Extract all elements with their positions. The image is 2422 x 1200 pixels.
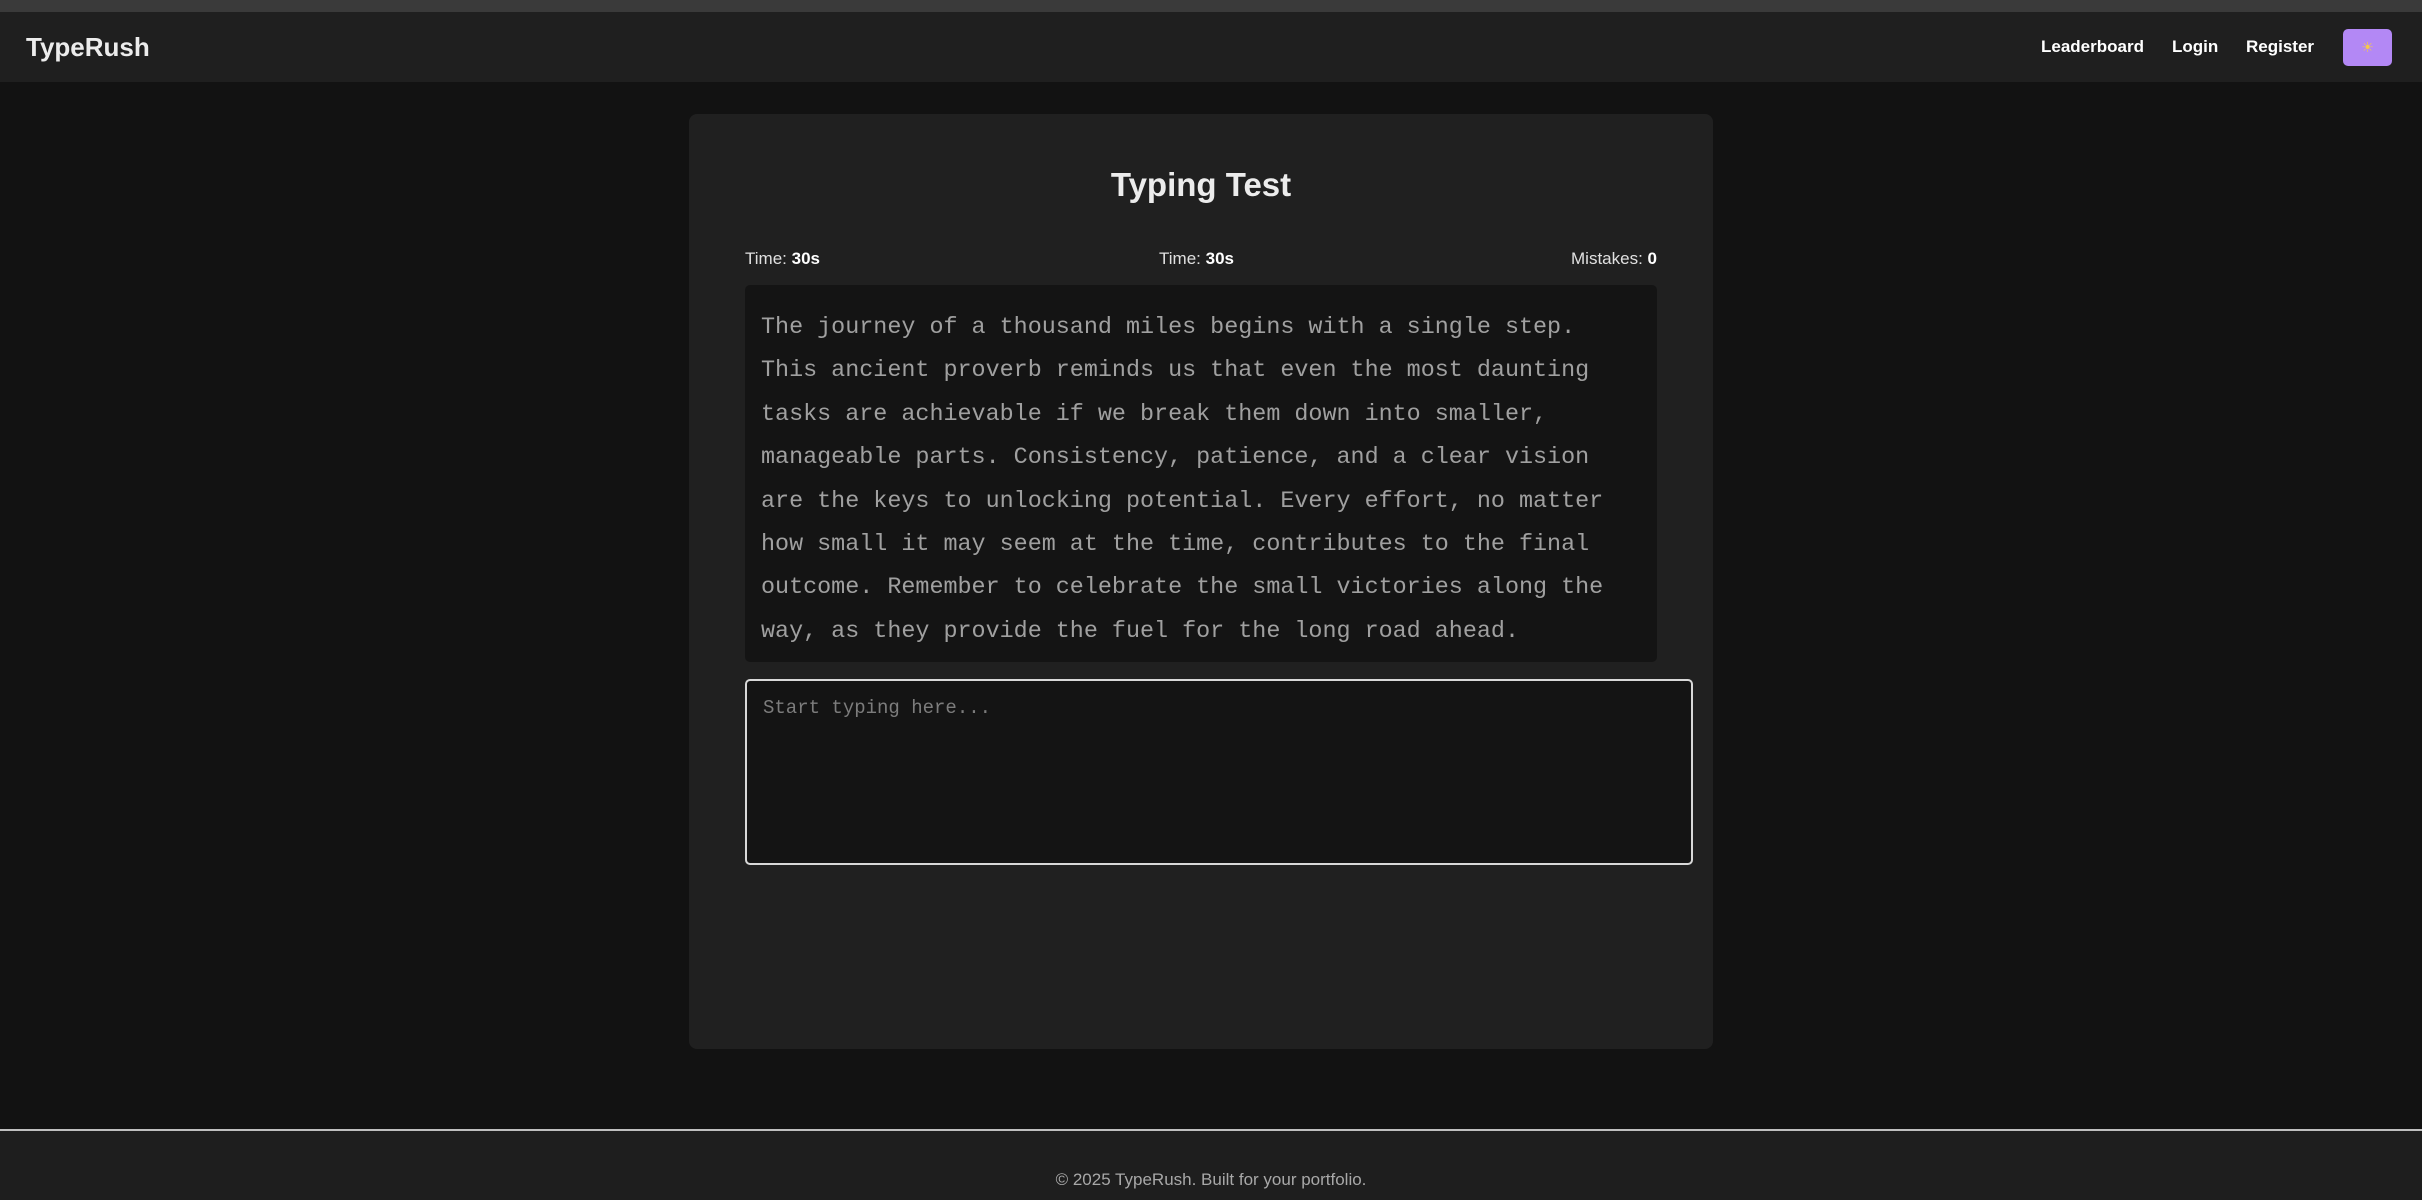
typing-input[interactable] — [745, 679, 1693, 865]
time-stat-center: Time: 30s — [1159, 249, 1234, 269]
browser-top-strip — [0, 0, 2422, 12]
sun-icon: ☀ — [2361, 39, 2374, 55]
mistakes-stat-label: Mistakes: — [1571, 249, 1643, 268]
mistakes-stat-value: 0 — [1647, 249, 1657, 268]
time-stat: Time: 30s — [745, 249, 820, 269]
page-title: Typing Test — [1110, 166, 1292, 203]
time-stat-value: 30s — [791, 249, 820, 268]
nav-register-link[interactable]: Register — [2246, 37, 2314, 57]
navbar: TypeRush Leaderboard Login Register ☀ — [0, 12, 2422, 82]
time-stat-label: Time: — [1159, 249, 1201, 268]
mistakes-stat: Mistakes: 0 — [1571, 249, 1657, 269]
footer-copyright: © 2025 TypeRush. Built for your portfoli… — [1055, 1170, 1367, 1189]
brand-logo[interactable]: TypeRush — [26, 32, 150, 63]
typing-test-card: Typing Test Time: 30s Time: 30s Mistakes… — [689, 114, 1713, 1049]
time-stat-value: 30s — [1205, 249, 1234, 268]
footer: © 2025 TypeRush. Built for your portfoli… — [0, 1129, 2422, 1200]
nav-login-link[interactable]: Login — [2172, 37, 2218, 57]
passage-text: The journey of a thousand miles begins w… — [745, 285, 1657, 662]
theme-toggle-button[interactable]: ☀ — [2343, 29, 2392, 66]
nav-leaderboard-link[interactable]: Leaderboard — [2041, 37, 2144, 57]
time-stat-label: Time: — [745, 249, 787, 268]
